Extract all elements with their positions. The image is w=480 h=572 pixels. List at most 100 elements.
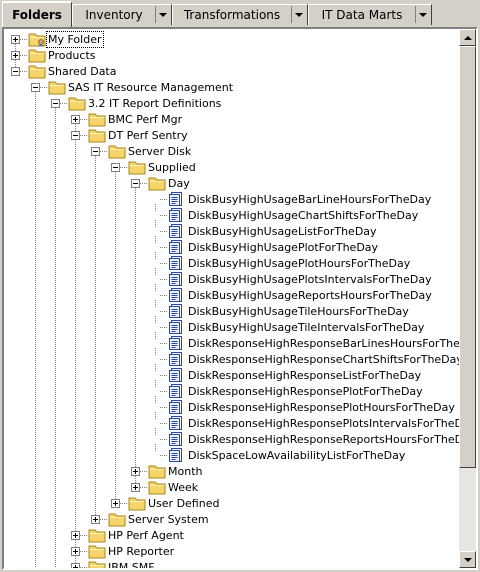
tree-item-report[interactable]: DiskResponseHighResponsePlotForTheDay [4, 383, 459, 399]
tree-item-report[interactable]: DiskBusyHighUsageBarLineHoursForTheDay [4, 191, 459, 207]
folder-icon [48, 79, 66, 95]
scroll-thumb[interactable] [459, 46, 476, 468]
tree-item-label: HP Perf Agent [108, 529, 184, 542]
tree-item-report[interactable]: DiskResponseHighResponseChartShiftsForTh… [4, 351, 459, 367]
tree-item-label: Server System [128, 513, 209, 526]
collapse-minus-icon[interactable] [51, 99, 60, 108]
folder-icon [28, 47, 46, 63]
tab-inventory[interactable]: Inventory [72, 4, 172, 25]
vertical-scrollbar[interactable] [459, 29, 476, 568]
dropdown-arrow-icon[interactable] [291, 6, 306, 23]
tree-item-label: DiskResponseHighResponseBarLinesHoursFor… [188, 337, 459, 350]
expand-plus-icon[interactable] [131, 483, 140, 492]
tree-item-folder[interactable]: Server System [4, 511, 459, 527]
collapse-minus-icon[interactable] [91, 147, 100, 156]
folder-icon [148, 463, 166, 479]
tree-item-report[interactable]: DiskBusyHighUsagePlotForTheDay [4, 239, 459, 255]
tree-item-label: DiskResponseHighResponseReportsHoursForT… [188, 433, 459, 446]
collapse-minus-icon[interactable] [131, 179, 140, 188]
tree-item-report[interactable]: DiskResponseHighResponsePlotsIntervalsFo… [4, 415, 459, 431]
folder-icon [148, 175, 166, 191]
tree-item-folder[interactable]: Supplied [4, 159, 459, 175]
tree-item-folder[interactable]: HP Reporter [4, 543, 459, 559]
dropdown-arrow-icon[interactable] [415, 6, 430, 23]
tree-item-label: DiskResponseHighResponsePlotForTheDay [188, 385, 423, 398]
scroll-down-button[interactable] [459, 551, 476, 568]
folder-icon [88, 127, 106, 143]
folder-icon [148, 479, 166, 495]
tree-item-folder[interactable]: Day [4, 175, 459, 191]
tree-item-folder[interactable]: Week [4, 479, 459, 495]
tree-item-report[interactable]: DiskResponseHighResponsePlotHoursForTheD… [4, 399, 459, 415]
expand-plus-icon[interactable] [11, 51, 20, 60]
tree-item-folder[interactable]: Server Disk [4, 143, 459, 159]
tree-item-folder[interactable]: Month [4, 463, 459, 479]
tree-item-report[interactable]: DiskBusyHighUsageChartShiftsForTheDay [4, 207, 459, 223]
folder-icon [88, 559, 106, 568]
expand-plus-icon[interactable] [71, 115, 80, 124]
tab-transformations[interactable]: Transformations [172, 4, 308, 25]
collapse-minus-icon[interactable] [31, 83, 40, 92]
dropdown-arrow-icon[interactable] [155, 6, 170, 23]
expand-plus-icon[interactable] [91, 515, 100, 524]
tree-item-label: DiskResponseHighResponsePlotHoursForTheD… [188, 401, 455, 414]
tree-item-folder[interactable]: BMC Perf Mgr [4, 111, 459, 127]
tree-item-label: DiskResponseHighResponseChartShiftsForTh… [188, 353, 459, 366]
tree-item-folder[interactable]: Products [4, 47, 459, 63]
tree-item-report[interactable]: DiskBusyHighUsagePlotHoursForTheDay [4, 255, 459, 271]
report-icon [168, 303, 186, 319]
tree-item-report[interactable]: DiskBusyHighUsageReportsHoursForTheDay [4, 287, 459, 303]
tree-item-label: DiskBusyHighUsagePlotsIntervalsForTheDay [188, 273, 432, 286]
tree-item-label: DiskBusyHighUsageListForTheDay [188, 225, 377, 238]
folder-tree[interactable]: My Folder Products Shared Data SAS IT Resou… [4, 29, 459, 568]
expand-plus-icon[interactable] [131, 467, 140, 476]
expand-plus-icon[interactable] [71, 563, 80, 568]
tree-item-label: My Folder [46, 31, 104, 48]
tree-item-label: DiskResponseHighResponsePlotsIntervalsFo… [188, 417, 459, 430]
tree-item-report[interactable]: DiskResponseHighResponseListForTheDay [4, 367, 459, 383]
tab-label: Inventory [85, 8, 143, 22]
tree-item-report[interactable]: DiskResponseHighResponseBarLinesHoursFor… [4, 335, 459, 351]
tree-item-report[interactable]: DiskBusyHighUsagePlotsIntervalsForTheDay [4, 271, 459, 287]
tree-item-folder[interactable]: SAS IT Resource Management [4, 79, 459, 95]
report-icon [168, 191, 186, 207]
tree-item-label: Products [48, 49, 96, 62]
tree-item-folder[interactable]: IBM SMF [4, 559, 459, 568]
folder-icon [108, 143, 126, 159]
tree-item-report[interactable]: DiskBusyHighUsageListForTheDay [4, 223, 459, 239]
tree-item-label: HP Reporter [108, 545, 175, 558]
tree-item-folder[interactable]: HP Perf Agent [4, 527, 459, 543]
tree-item-report[interactable]: DiskSpaceLowAvailabilityListForTheDay [4, 447, 459, 463]
tree-item-report[interactable]: DiskBusyHighUsageTileIntervalsForTheDay [4, 319, 459, 335]
tree-item-label: Server Disk [128, 145, 192, 158]
tab-it-data-marts[interactable]: IT Data Marts [308, 4, 432, 25]
tree-item-label: IBM SMF [108, 561, 155, 568]
expand-plus-icon[interactable] [71, 531, 80, 540]
expand-plus-icon[interactable] [111, 499, 120, 508]
tree-item-report[interactable]: DiskBusyHighUsageTileHoursForTheDay [4, 303, 459, 319]
report-icon [168, 223, 186, 239]
folder-icon [88, 527, 106, 543]
scroll-up-button[interactable] [459, 29, 476, 46]
tree-item-folder[interactable]: My Folder [4, 31, 459, 48]
folder-icon [108, 511, 126, 527]
report-icon [168, 351, 186, 367]
expand-plus-icon[interactable] [11, 35, 20, 44]
collapse-minus-icon[interactable] [11, 67, 20, 76]
tree-item-report[interactable]: DiskResponseHighResponseReportsHoursForT… [4, 431, 459, 447]
folder-icon [88, 543, 106, 559]
tree-item-folder[interactable]: Shared Data [4, 63, 459, 79]
folder-icon [28, 63, 46, 79]
expand-plus-icon[interactable] [71, 547, 80, 556]
tab-bar: Folders Inventory Transformations IT Data M… [0, 0, 480, 27]
tree-item-folder[interactable]: DT Perf Sentry [4, 127, 459, 143]
report-icon [168, 287, 186, 303]
collapse-minus-icon[interactable] [111, 163, 120, 172]
folder-icon [128, 159, 146, 175]
tab-folders[interactable]: Folders [2, 1, 72, 27]
tree-item-folder[interactable]: 3.2 IT Report Definitions [4, 95, 459, 111]
tree-item-label: DT Perf Sentry [108, 129, 188, 142]
collapse-minus-icon[interactable] [71, 131, 80, 140]
tree-item-folder[interactable]: User Defined [4, 495, 459, 511]
report-icon [168, 207, 186, 223]
